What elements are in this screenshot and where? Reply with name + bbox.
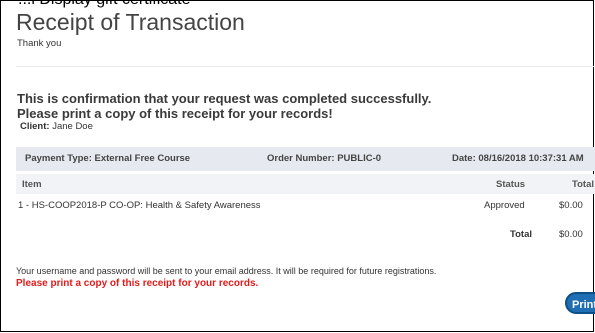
items-table-header: Item Status Total: [16, 174, 595, 194]
total-row: Total $0.00: [16, 224, 595, 244]
order-summary-bar: Payment Type: External Free Course Order…: [16, 147, 595, 171]
payment-type: Payment Type: External Free Course: [25, 153, 191, 164]
header-status: Status: [496, 179, 526, 190]
row-item: 1 - HS-COOP2018-P CO-OP: Health & Safety…: [18, 200, 261, 211]
client-line: Client: Jane Doe: [20, 121, 93, 132]
row-total: $0.00: [559, 200, 583, 211]
print-instruction: Please print a copy of this receipt for …: [17, 106, 333, 121]
order-number: Order Number: PUBLIC-0: [267, 153, 382, 164]
credentials-note: Your username and password will be sent …: [16, 266, 437, 276]
header-item: Item: [22, 179, 42, 190]
client-name: Jane Doe: [52, 121, 93, 132]
print-warning: Please print a copy of this receipt for …: [16, 278, 259, 289]
total-value: $0.00: [559, 229, 583, 240]
header-total: Total: [572, 179, 594, 190]
clipped-top-text: ...l Display gift certificate: [18, 0, 191, 9]
divider: [16, 66, 595, 67]
page-subtitle: Thank you: [17, 38, 62, 49]
transaction-date: Date: 08/16/2018 10:37:31 AM: [452, 153, 584, 164]
row-status: Approved: [484, 200, 525, 211]
table-row: 1 - HS-COOP2018-P CO-OP: Health & Safety…: [16, 195, 595, 215]
page-title: Receipt of Transaction: [16, 9, 245, 35]
confirmation-message: This is confirmation that your request w…: [17, 91, 432, 106]
client-label: Client:: [20, 121, 50, 132]
total-label: Total: [510, 229, 532, 240]
print-button[interactable]: Print: [565, 292, 595, 314]
